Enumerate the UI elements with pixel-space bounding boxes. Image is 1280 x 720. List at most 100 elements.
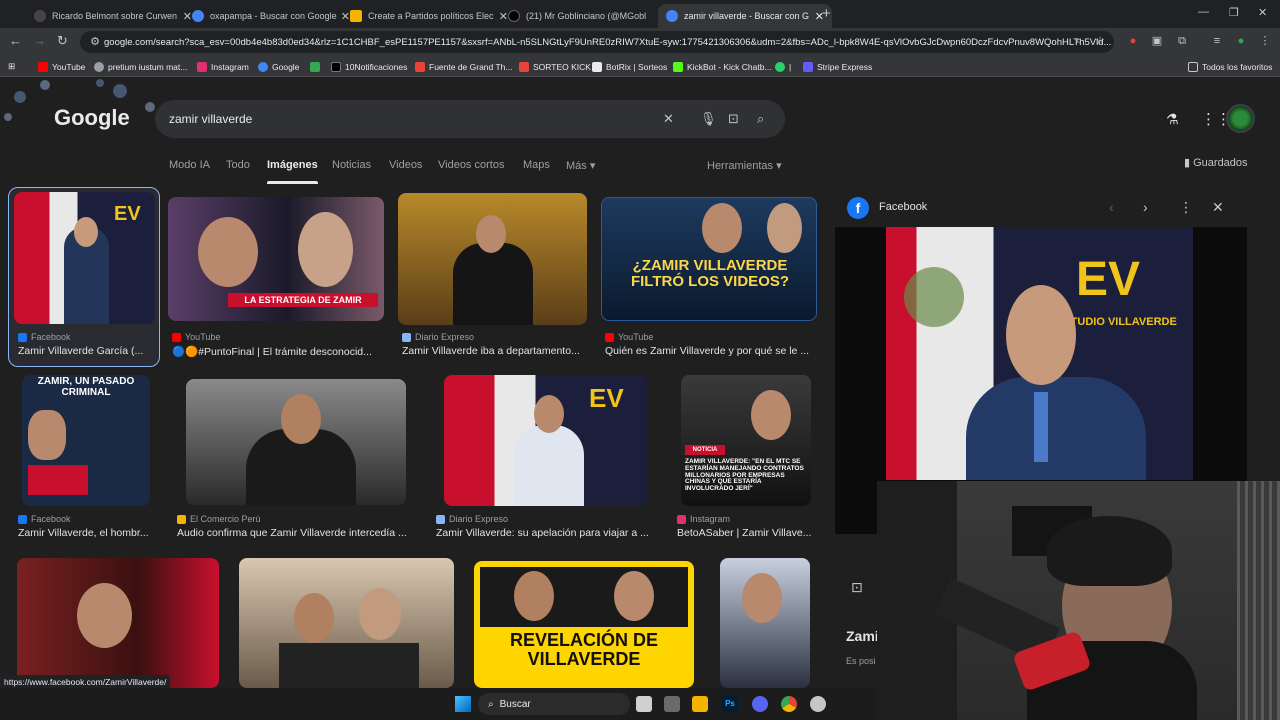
avatar[interactable] xyxy=(1226,104,1255,133)
bookmark[interactable]: SORTEO KICK xyxy=(519,59,591,74)
task-view-icon[interactable] xyxy=(636,696,652,712)
person-face xyxy=(198,217,258,287)
tab-videos-cortos[interactable]: Videos cortos xyxy=(438,159,504,171)
profile-icon[interactable]: ● xyxy=(1234,34,1248,48)
browser-tab-active[interactable]: zamir villaverde - Buscar con G ✕ xyxy=(658,4,832,28)
zoom-icon[interactable]: ⌕ xyxy=(1072,34,1086,48)
previous-icon[interactable]: ‹ xyxy=(1109,199,1114,215)
tab-modo-ia[interactable]: Modo IA xyxy=(169,159,210,171)
bookmark[interactable]: KickBot - Kick Chatb... xyxy=(673,59,772,74)
tab-more[interactable]: Más ▾ xyxy=(566,159,595,172)
extension-icon[interactable]: ▣ xyxy=(1150,34,1164,48)
saved-button[interactable]: ▮ Guardados xyxy=(1184,156,1248,169)
google-logo[interactable]: Google xyxy=(54,105,130,131)
result-thumbnail[interactable]: LA ESTRATEGIA DE ZAMIR xyxy=(168,197,384,321)
bookmark[interactable]: pretium iustum mat... xyxy=(94,59,187,74)
google-icon xyxy=(258,61,268,72)
more-options-icon[interactable]: ⋮ xyxy=(1179,199,1193,216)
result-thumbnail[interactable]: ZAMIR, UN PASADO CRIMINAL xyxy=(22,375,150,506)
browser-tab[interactable]: (21) Mr Goblinciano (@MGobl✕ xyxy=(500,4,674,28)
all-bookmarks-folder[interactable]: Todos los favoritos xyxy=(1188,59,1272,74)
chrome-icon[interactable] xyxy=(781,696,797,712)
bookmark[interactable]: Fuente de Grand Th... xyxy=(415,59,512,74)
voice-search-icon[interactable]: 🎙 xyxy=(700,111,717,127)
result-caption[interactable]: BetoASaber | Zamir Villave... xyxy=(677,527,815,539)
clear-search-icon[interactable]: ✕ xyxy=(663,111,674,127)
bookmark[interactable]: 10Notificaciones xyxy=(331,59,407,74)
extension-icon[interactable]: ● xyxy=(1126,34,1140,48)
media-icon[interactable]: ≡ xyxy=(1210,34,1224,48)
lens-search-icon[interactable]: ⊡ xyxy=(728,111,739,127)
tab-noticias[interactable]: Noticias xyxy=(332,159,371,171)
bookmark[interactable]: Stripe Express xyxy=(803,59,872,74)
result-thumbnail[interactable]: EV xyxy=(444,375,647,506)
extensions-puzzle-icon[interactable]: ⧉ xyxy=(1175,34,1189,48)
tab-videos[interactable]: Videos xyxy=(389,159,422,171)
result-caption[interactable]: Zamir Villaverde iba a departamento... xyxy=(402,345,588,357)
result-thumbnail[interactable] xyxy=(398,193,587,325)
search-icon[interactable]: ⌕ xyxy=(757,111,764,127)
result-thumbnail[interactable]: EV xyxy=(14,192,155,324)
tab-todo[interactable]: Todo xyxy=(226,159,250,171)
app-icon[interactable] xyxy=(664,696,680,712)
ev-logo-text: EV xyxy=(114,203,141,225)
next-icon[interactable]: › xyxy=(1143,199,1148,215)
forward-icon[interactable]: → xyxy=(33,33,46,48)
noticia-badge: NOTICIA xyxy=(685,445,725,455)
bookmark[interactable]: YouTube xyxy=(38,59,85,74)
result-caption[interactable]: 🔵🟠#PuntoFinal | El trámite desconocid... xyxy=(172,345,382,358)
apps-grid-icon[interactable]: ⊞ xyxy=(8,59,15,74)
menu-dots-icon[interactable]: ⋮ xyxy=(1258,34,1272,48)
result-thumbnail[interactable] xyxy=(186,379,406,505)
result-source: YouTube xyxy=(172,332,220,342)
address-bar[interactable]: google.com/search?sca_esv=00db4e4b83d0ed… xyxy=(80,31,1114,53)
close-panel-icon[interactable]: ✕ xyxy=(1212,199,1224,216)
bookmark[interactable]: Google xyxy=(258,59,299,74)
result-caption[interactable]: Quién es Zamir Villaverde y por qué se l… xyxy=(605,345,817,357)
app-icon[interactable] xyxy=(810,696,826,712)
result-source: Facebook xyxy=(18,514,71,524)
result-thumbnail[interactable] xyxy=(239,558,454,688)
result-thumbnail[interactable]: NOTICIA ZAMIR VILLAVERDE: "EN EL MTC SE … xyxy=(681,375,811,506)
bookmark[interactable]: | xyxy=(775,59,791,74)
youtube-icon xyxy=(172,332,181,342)
result-thumbnail[interactable] xyxy=(17,558,219,688)
elcomercio-icon xyxy=(177,514,186,524)
close-window-icon[interactable]: ✕ xyxy=(1258,6,1267,19)
tab-imagenes[interactable]: Imágenes xyxy=(267,159,318,184)
tab-maps[interactable]: Maps xyxy=(523,159,550,171)
browser-tab[interactable]: Ricardo Belmont sobre Curwen ✕ xyxy=(26,4,200,28)
lens-search-icon[interactable]: ⊡ xyxy=(851,579,863,596)
restore-icon[interactable]: ❐ xyxy=(1229,6,1239,19)
discord-icon[interactable] xyxy=(752,696,768,712)
bookmark[interactable] xyxy=(310,59,324,74)
search-box[interactable]: zamir villaverde xyxy=(155,100,785,138)
windows-start-icon[interactable] xyxy=(455,696,471,712)
site-settings-icon[interactable]: ⚙ xyxy=(88,35,102,49)
result-caption[interactable]: Audio confirma que Zamir Villaverde inte… xyxy=(177,527,413,539)
reload-icon[interactable]: ↻ xyxy=(57,33,68,49)
search-input[interactable]: zamir villaverde xyxy=(169,112,252,126)
file-explorer-icon[interactable] xyxy=(692,696,708,712)
result-caption[interactable]: Zamir Villaverde: su apelación para viaj… xyxy=(436,527,652,539)
taskbar-search[interactable]: ⌕ Buscar xyxy=(478,693,630,715)
bookmark[interactable]: Instagram xyxy=(197,59,249,74)
bookmark-star-icon[interactable]: ☆ xyxy=(1093,34,1107,48)
labs-flask-icon[interactable]: ⚗ xyxy=(1166,111,1179,128)
preview-source[interactable]: Facebook xyxy=(879,201,927,213)
bookmark[interactable]: BotRix | Sorteos xyxy=(592,59,667,74)
instagram-icon xyxy=(677,514,686,524)
result-caption[interactable]: Zamir Villaverde García (... xyxy=(18,345,154,357)
result-thumbnail[interactable]: ¿ZAMIR VILLAVERDE FILTRÓ LOS VIDEOS? xyxy=(601,197,817,321)
result-thumbnail[interactable] xyxy=(720,558,810,688)
result-caption[interactable]: Zamir Villaverde, el hombr... xyxy=(18,527,152,539)
browser-tab[interactable]: oxapampa - Buscar con Google ✕ xyxy=(184,4,358,28)
new-tab-button[interactable]: + xyxy=(822,5,831,22)
browser-tab[interactable]: Create a Partidos políticos Elec ✕ xyxy=(342,4,516,28)
back-icon[interactable]: ← xyxy=(9,33,22,48)
result-thumbnail[interactable]: REVELACIÓN DE VILLAVERDE xyxy=(474,561,694,688)
tools-button[interactable]: Herramientas ▾ xyxy=(707,159,782,172)
minimize-icon[interactable]: — xyxy=(1198,6,1209,18)
photoshop-icon[interactable]: Ps xyxy=(722,696,738,712)
coat-of-arms xyxy=(904,267,964,327)
